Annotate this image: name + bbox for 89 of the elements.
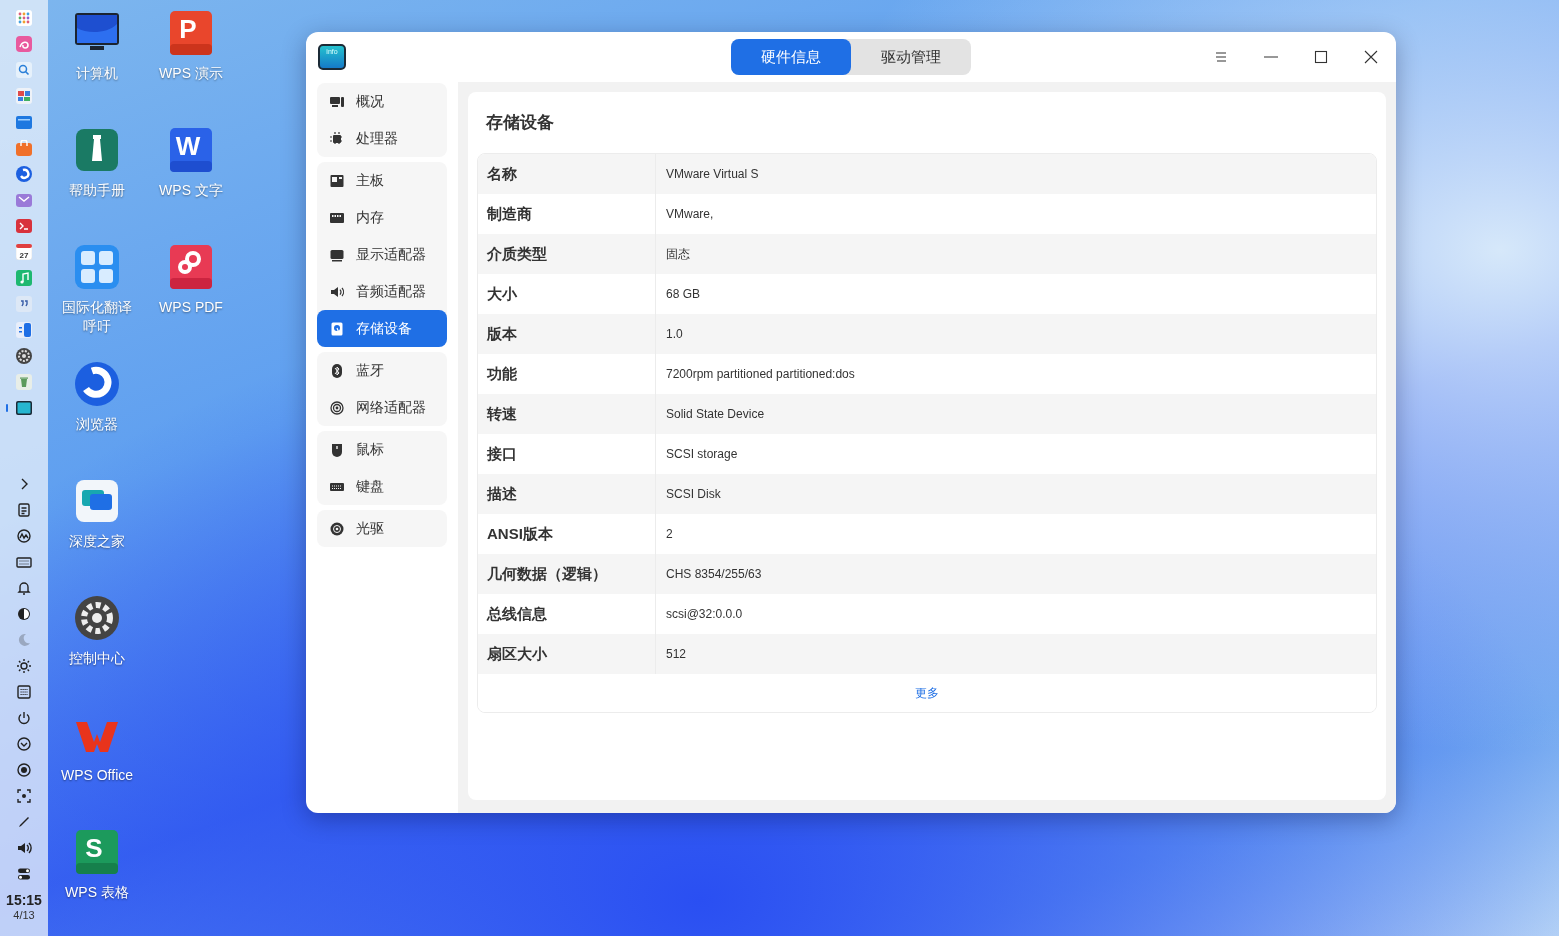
drive-icon: [330, 321, 344, 336]
property-name: 介质类型: [478, 234, 656, 274]
property-value: 固态: [665, 245, 690, 263]
property-value: VMware,: [665, 207, 714, 221]
keyboard-icon[interactable]: [16, 554, 32, 570]
property-value: scsi@32:0.0.0: [665, 607, 743, 621]
search-icon[interactable]: [16, 62, 32, 78]
icon-label[interactable]: WPS 表格: [57, 883, 137, 902]
board-icon: [330, 173, 344, 188]
property-value: Solid State Device: [665, 407, 765, 421]
chip-icon: [330, 131, 344, 146]
maximize-icon: [1314, 50, 1328, 64]
sidebar-item[interactable]: 音频适配器: [317, 273, 447, 310]
swirl-icon[interactable]: [72, 359, 122, 409]
gear-icon[interactable]: [72, 593, 122, 643]
icon-label[interactable]: WPS PDF: [151, 298, 231, 317]
icon-label[interactable]: WPS Office: [57, 766, 137, 785]
more-link[interactable]: 更多: [915, 684, 939, 702]
property-name: 描述: [478, 474, 656, 514]
calendar-icon[interactable]: 27: [16, 244, 32, 260]
sidebar-item[interactable]: 内存: [317, 199, 447, 236]
gear-icon[interactable]: [16, 348, 32, 364]
icon-label[interactable]: 控制中心: [57, 649, 137, 668]
bag-icon[interactable]: [16, 140, 32, 156]
tiles-icon[interactable]: [16, 88, 32, 104]
sidebar-item[interactable]: 光驱: [317, 510, 447, 547]
screenshot-icon[interactable]: [16, 788, 32, 804]
property-value: 7200rpm partitioned partitioned:dos: [665, 367, 855, 381]
tab[interactable]: 驱动管理: [851, 39, 971, 75]
swirl-icon[interactable]: [16, 36, 32, 52]
property-value: VMware Virtual S: [665, 167, 759, 181]
speaker-icon[interactable]: [16, 840, 32, 856]
property-value: CHS 8354/255/63: [665, 567, 762, 581]
memory-icon: [330, 210, 344, 225]
grid-icon[interactable]: [16, 10, 32, 26]
down-circle-icon[interactable]: [16, 736, 32, 752]
tab[interactable]: 硬件信息: [731, 39, 851, 75]
sidebar-item[interactable]: 网络适配器: [317, 389, 447, 426]
property-name: 名称: [478, 154, 656, 194]
sidebar-item[interactable]: 主板: [317, 162, 447, 199]
sidebar-item[interactable]: 处理器: [317, 120, 447, 157]
signal-icon: [330, 400, 344, 415]
panel-icon[interactable]: [16, 322, 32, 338]
property-name: 转速: [478, 394, 656, 434]
translate-icon[interactable]: [72, 242, 122, 292]
gauge-icon[interactable]: [16, 528, 32, 544]
close-icon: [1364, 50, 1378, 64]
property-value: 512: [665, 647, 687, 661]
clock-time: 15:15: [6, 892, 42, 908]
power-icon[interactable]: [16, 710, 32, 726]
menu-icon: [1214, 50, 1228, 64]
pen-icon[interactable]: [16, 814, 32, 830]
mouse-icon: [330, 442, 344, 457]
clipboard-icon[interactable]: [16, 502, 32, 518]
sun-icon[interactable]: [16, 658, 32, 674]
bluetooth-icon: [330, 363, 344, 378]
clock-date: 4/13: [13, 908, 35, 923]
sidebar-item[interactable]: 存储设备: [317, 310, 447, 347]
trash-icon[interactable]: [16, 374, 32, 390]
bell-icon[interactable]: [16, 580, 32, 596]
property-value: SCSI Disk: [665, 487, 721, 501]
keypad-icon[interactable]: [16, 684, 32, 700]
sidebar-item[interactable]: 显示适配器: [317, 236, 447, 273]
swirl-icon[interactable]: [16, 166, 32, 182]
speaker-icon: [330, 284, 344, 299]
property-value: SCSI storage: [665, 447, 738, 461]
sidebar-item[interactable]: 鼠标: [317, 431, 447, 468]
property-value: 2: [665, 527, 673, 541]
sidebar-item[interactable]: 概况: [317, 83, 447, 120]
monitor-icon[interactable]: [16, 400, 32, 416]
section-title: 存储设备: [485, 112, 555, 134]
display-card-icon: [330, 247, 344, 262]
music-icon[interactable]: [16, 270, 32, 286]
terminal-icon[interactable]: [16, 218, 32, 234]
mail-icon[interactable]: [16, 192, 32, 208]
icon-label[interactable]: 浏览器: [57, 415, 137, 434]
property-name: 几何数据（逻辑）: [478, 554, 656, 594]
property-name: 版本: [478, 314, 656, 354]
sidebar-item[interactable]: 蓝牙: [317, 352, 447, 389]
disc-icon: [330, 521, 344, 536]
property-value: 68 GB: [665, 287, 701, 301]
property-value: 1.0: [665, 327, 683, 341]
box-icon[interactable]: [16, 114, 32, 130]
sidebar-item[interactable]: 键盘: [317, 468, 447, 505]
icon-label[interactable]: 深度之家: [57, 532, 137, 551]
monitor-icon: [330, 94, 344, 109]
record-icon[interactable]: [16, 762, 32, 778]
toggle-icon[interactable]: [16, 866, 32, 882]
contrast-icon[interactable]: [16, 606, 32, 622]
